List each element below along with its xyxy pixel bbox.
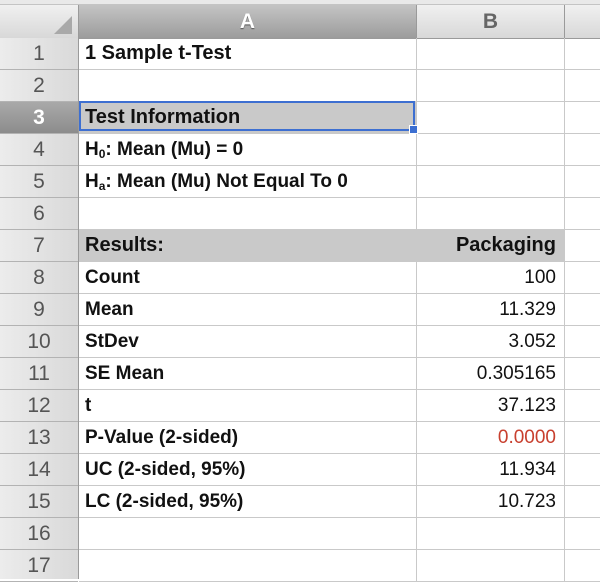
- result-label[interactable]: StDev: [79, 326, 417, 357]
- h0-text: : Mean (Mu) = 0: [105, 139, 244, 160]
- cell-c11[interactable]: [565, 358, 600, 389]
- cell-c8[interactable]: [565, 262, 600, 293]
- h0-prefix: H: [85, 139, 99, 160]
- row-header-16[interactable]: 16: [0, 518, 78, 550]
- cell-a7[interactable]: Results:: [79, 230, 417, 261]
- cell-a1[interactable]: 1 Sample t-Test: [79, 38, 417, 69]
- cell-b5[interactable]: [417, 166, 565, 197]
- table-row: H0: Mean (Mu) = 0: [79, 134, 600, 166]
- cell-c6[interactable]: [565, 198, 600, 229]
- cell-c4[interactable]: [565, 134, 600, 165]
- table-row: [79, 198, 600, 230]
- result-label[interactable]: t: [79, 390, 417, 421]
- table-row: 1 Sample t-Test: [79, 38, 600, 70]
- row-header-1[interactable]: 1: [0, 38, 78, 70]
- row-header-5[interactable]: 5: [0, 166, 78, 198]
- result-label[interactable]: SE Mean: [79, 358, 417, 389]
- cell-a2[interactable]: [79, 70, 417, 101]
- ha-prefix: H: [85, 171, 99, 192]
- row-header-14[interactable]: 14: [0, 454, 78, 486]
- result-value[interactable]: 10.723: [417, 486, 565, 517]
- cell-c16[interactable]: [565, 518, 600, 549]
- column-header-bar: A B: [0, 0, 600, 39]
- cell-c10[interactable]: [565, 326, 600, 357]
- cell-c9[interactable]: [565, 294, 600, 325]
- column-header-a[interactable]: A: [79, 5, 417, 38]
- result-label[interactable]: Mean: [79, 294, 417, 325]
- cell-a4[interactable]: H0: Mean (Mu) = 0: [79, 134, 417, 165]
- table-row: LC (2-sided, 95%) 10.723: [79, 486, 600, 518]
- table-row: StDev 3.052: [79, 326, 600, 358]
- cell-b1[interactable]: [417, 38, 565, 69]
- row-header-9[interactable]: 9: [0, 294, 78, 326]
- row-header-6[interactable]: 6: [0, 198, 78, 230]
- result-value[interactable]: 11.934: [417, 454, 565, 485]
- result-label[interactable]: P-Value (2-sided): [79, 422, 417, 453]
- result-value[interactable]: 100: [417, 262, 565, 293]
- cell-a16[interactable]: [79, 518, 417, 549]
- table-row: SE Mean 0.305165: [79, 358, 600, 390]
- row-header-10[interactable]: 10: [0, 326, 78, 358]
- cell-b3[interactable]: [417, 102, 565, 133]
- result-value[interactable]: 0.305165: [417, 358, 565, 389]
- spreadsheet: A B 1 2 3 4 5 6 7 8 9 10 11 12 13 14 15 …: [0, 0, 600, 582]
- row-header-12[interactable]: 12: [0, 390, 78, 422]
- row-header-4[interactable]: 4: [0, 134, 78, 166]
- table-row: Results: Packaging: [79, 230, 600, 262]
- result-value[interactable]: 11.329: [417, 294, 565, 325]
- row-header-bar: 1 2 3 4 5 6 7 8 9 10 11 12 13 14 15 16 1…: [0, 38, 79, 582]
- table-row: P-Value (2-sided) 0.0000: [79, 422, 600, 454]
- cell-c15[interactable]: [565, 486, 600, 517]
- cell-c17[interactable]: [565, 550, 600, 581]
- table-row: [79, 70, 600, 102]
- row-header-7[interactable]: 7: [0, 230, 78, 262]
- table-row: UC (2-sided, 95%) 11.934: [79, 454, 600, 486]
- cell-c13[interactable]: [565, 422, 600, 453]
- cell-c2[interactable]: [565, 70, 600, 101]
- p-value[interactable]: 0.0000: [417, 422, 565, 453]
- table-row: Count 100: [79, 262, 600, 294]
- row-header-2[interactable]: 2: [0, 70, 78, 102]
- cell-b16[interactable]: [417, 518, 565, 549]
- cell-a5[interactable]: Ha: Mean (Mu) Not Equal To 0: [79, 166, 417, 197]
- cell-a6[interactable]: [79, 198, 417, 229]
- cell-c14[interactable]: [565, 454, 600, 485]
- result-value[interactable]: 3.052: [417, 326, 565, 357]
- row-header-11[interactable]: 11: [0, 358, 78, 390]
- row-header-3[interactable]: 3: [0, 102, 78, 134]
- cell-b17[interactable]: [417, 550, 565, 581]
- row-header-17[interactable]: 17: [0, 550, 78, 582]
- select-all-corner[interactable]: [0, 5, 79, 38]
- cell-b6[interactable]: [417, 198, 565, 229]
- ha-text: : Mean (Mu) Not Equal To 0: [105, 171, 348, 192]
- cell-b4[interactable]: [417, 134, 565, 165]
- cell-b2[interactable]: [417, 70, 565, 101]
- table-row: Ha: Mean (Mu) Not Equal To 0: [79, 166, 600, 198]
- column-header-b[interactable]: B: [417, 5, 565, 38]
- table-row: Mean 11.329: [79, 294, 600, 326]
- cell-c7[interactable]: [565, 230, 600, 261]
- table-row: [79, 518, 600, 550]
- cell-c12[interactable]: [565, 390, 600, 421]
- table-row: t 37.123: [79, 390, 600, 422]
- row-header-13[interactable]: 13: [0, 422, 78, 454]
- cell-c1[interactable]: [565, 38, 600, 69]
- row-header-8[interactable]: 8: [0, 262, 78, 294]
- result-value[interactable]: 37.123: [417, 390, 565, 421]
- cell-c5[interactable]: [565, 166, 600, 197]
- cell-a17[interactable]: [79, 550, 417, 581]
- select-all-triangle-icon: [54, 16, 72, 34]
- active-cell-selection[interactable]: [79, 101, 418, 134]
- table-row: [79, 550, 600, 582]
- result-label[interactable]: UC (2-sided, 95%): [79, 454, 417, 485]
- cell-c3[interactable]: [565, 102, 600, 133]
- fill-handle[interactable]: [409, 125, 418, 134]
- column-header-c[interactable]: [565, 5, 600, 38]
- result-label[interactable]: LC (2-sided, 95%): [79, 486, 417, 517]
- row-header-15[interactable]: 15: [0, 486, 78, 518]
- cell-b7[interactable]: Packaging: [417, 230, 565, 261]
- result-label[interactable]: Count: [79, 262, 417, 293]
